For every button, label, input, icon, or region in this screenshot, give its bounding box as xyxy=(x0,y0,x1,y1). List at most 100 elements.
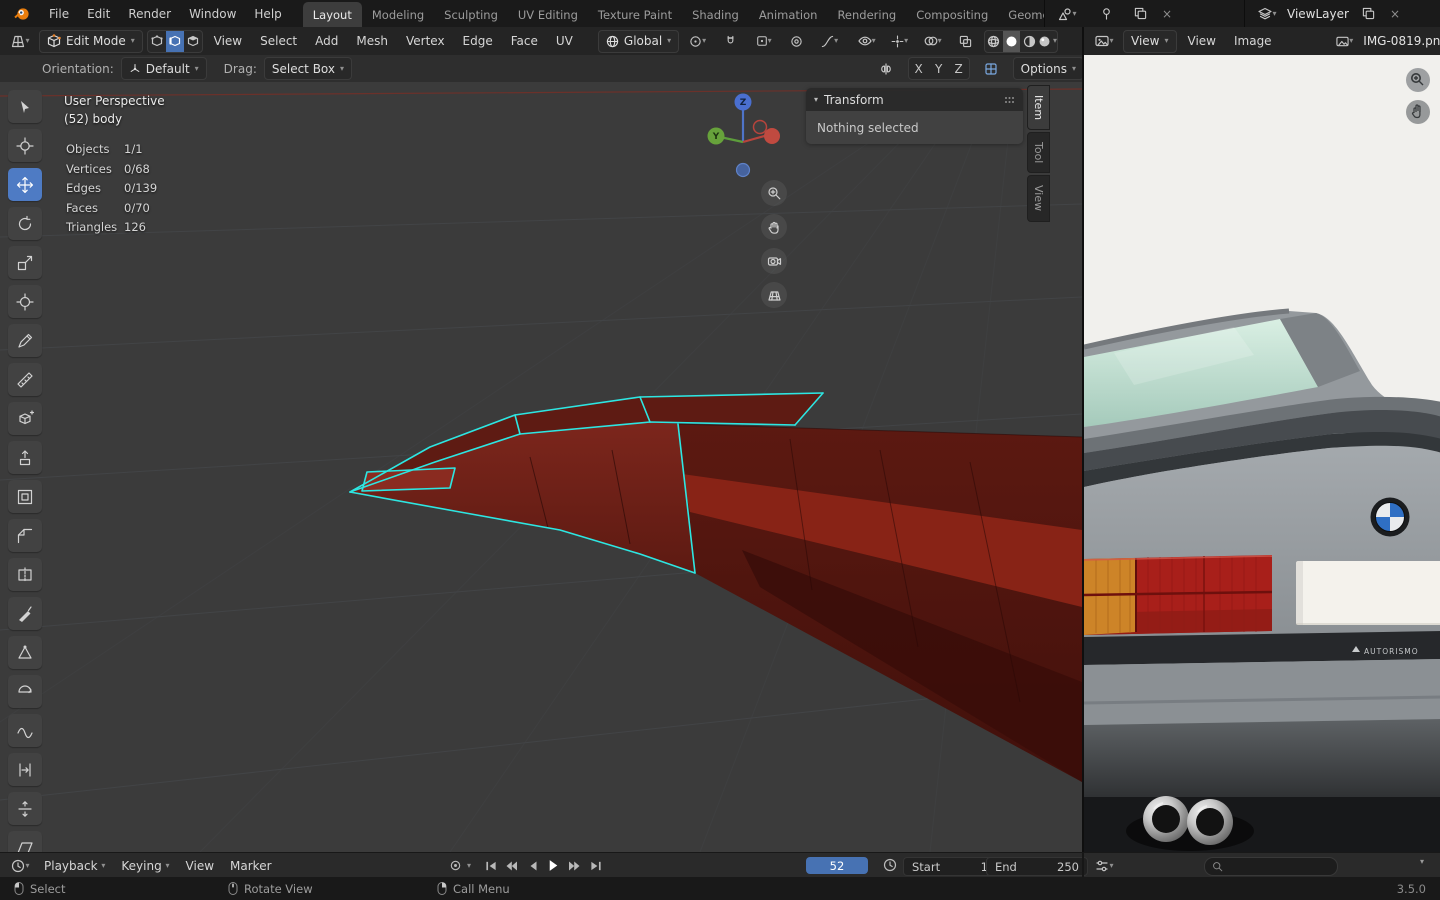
tool-tweak-select-button[interactable] xyxy=(8,90,42,123)
tool-inset-button[interactable] xyxy=(8,480,42,513)
img-menu-image[interactable]: Image xyxy=(1227,27,1279,55)
tool-cursor-button[interactable] xyxy=(8,129,42,162)
timeline-editor-type-button[interactable]: ▾ xyxy=(6,855,35,876)
tool-smooth-button[interactable] xyxy=(8,714,42,747)
tab-layout[interactable]: Layout xyxy=(302,2,362,27)
vertex-select-icon[interactable] xyxy=(148,31,166,52)
vp-menu-vertex[interactable]: Vertex xyxy=(399,27,452,55)
auto-key-dropdown-icon[interactable]: ▾ xyxy=(467,861,471,870)
tool-move-button[interactable] xyxy=(8,168,42,201)
transform-panel-header[interactable]: ▾ Transform xyxy=(806,88,1023,111)
auto-key-button[interactable] xyxy=(446,856,465,875)
frame-start-field[interactable]: Start 1 xyxy=(903,857,997,876)
tool-shear-button[interactable] xyxy=(8,831,42,852)
orientation-dropdown[interactable]: Global ▾ xyxy=(597,29,680,53)
mirror-y-button[interactable]: Y xyxy=(929,58,949,79)
mode-dropdown[interactable]: Edit Mode ▾ xyxy=(39,29,143,53)
editor-type-button[interactable]: ▾ xyxy=(6,31,35,52)
image-mode-dropdown[interactable]: View ▾ xyxy=(1123,29,1177,53)
orthographic-toggle-button[interactable] xyxy=(761,282,787,308)
vp-menu-edge[interactable]: Edge xyxy=(456,27,500,55)
vp-menu-select[interactable]: Select xyxy=(253,27,304,55)
pin-icon[interactable] xyxy=(1092,3,1121,24)
menu-edit[interactable]: Edit xyxy=(78,0,119,27)
sidebar-tab-item[interactable]: Item xyxy=(1027,85,1050,131)
tool-spin-button[interactable] xyxy=(8,675,42,708)
timeline-view-menu[interactable]: View xyxy=(179,853,221,878)
sidebar-tab-tool[interactable]: Tool xyxy=(1027,132,1050,174)
tab-rendering[interactable]: Rendering xyxy=(827,2,906,27)
orientation-default-dropdown[interactable]: Default ▾ xyxy=(120,57,207,80)
tab-uv-editing[interactable]: UV Editing xyxy=(508,2,588,27)
tool-rotate-button[interactable] xyxy=(8,207,42,240)
blender-menu-button[interactable] xyxy=(4,0,40,27)
image-datablock-dropdown[interactable]: ▾ xyxy=(1330,31,1359,52)
snap-toggle-button[interactable] xyxy=(716,31,745,52)
tool-measure-button[interactable] xyxy=(8,363,42,396)
solid-shading-icon[interactable] xyxy=(1002,30,1021,52)
tool-bevel-button[interactable] xyxy=(8,519,42,552)
photo-pan-icon[interactable] xyxy=(1406,100,1430,124)
navigation-gizmo[interactable]: Z Y xyxy=(702,88,788,184)
vp-menu-uv[interactable]: UV xyxy=(549,27,580,55)
use-preview-range-icon[interactable] xyxy=(883,858,897,872)
new-viewlayer-icon[interactable] xyxy=(1354,3,1383,24)
tool-transform-button[interactable] xyxy=(8,285,42,318)
next-keyframe-button[interactable] xyxy=(565,856,584,875)
sidebar-tab-view[interactable]: View xyxy=(1027,175,1050,222)
vp-menu-mesh[interactable]: Mesh xyxy=(349,27,395,55)
play-button[interactable] xyxy=(544,856,563,875)
new-scene-icon[interactable] xyxy=(1126,3,1155,24)
menu-file[interactable]: File xyxy=(40,0,78,27)
scene-browse-button[interactable]: ▾ xyxy=(1053,3,1082,24)
tab-sculpting[interactable]: Sculpting xyxy=(434,2,508,27)
pan-button[interactable] xyxy=(761,214,787,240)
menu-window[interactable]: Window xyxy=(180,0,245,27)
tool-edge-slide-button[interactable] xyxy=(8,753,42,786)
img-menu-view[interactable]: View xyxy=(1181,27,1223,55)
snap-settings-dropdown[interactable]: ▾ xyxy=(749,31,778,52)
wireframe-shading-icon[interactable] xyxy=(985,31,1003,52)
tool-poly-build-button[interactable] xyxy=(8,636,42,669)
prev-keyframe-button[interactable] xyxy=(502,856,521,875)
image-editor-canvas[interactable]: AUTORISMO xyxy=(1082,55,1440,852)
play-reverse-button[interactable] xyxy=(523,856,542,875)
overlays-dropdown[interactable]: ▾ xyxy=(918,31,947,52)
image-name[interactable]: IMG-0819.png xyxy=(1363,34,1440,48)
proportional-falloff-dropdown[interactable]: ▾ xyxy=(815,31,844,52)
collapse-chevron-icon[interactable]: ▾ xyxy=(1420,858,1424,866)
tab-compositing[interactable]: Compositing xyxy=(906,2,998,27)
drag-dots-icon[interactable] xyxy=(1004,95,1015,105)
menu-help[interactable]: Help xyxy=(245,0,290,27)
zoom-button[interactable] xyxy=(761,180,787,206)
tool-shrink-fatten-button[interactable] xyxy=(8,792,42,825)
remove-viewlayer-icon[interactable]: × xyxy=(1388,7,1402,21)
vp-menu-add[interactable]: Add xyxy=(308,27,345,55)
jump-to-start-button[interactable] xyxy=(481,856,500,875)
tool-annotate-button[interactable] xyxy=(8,324,42,357)
tool-extrude-button[interactable] xyxy=(8,441,42,474)
rendered-shading-icon[interactable]: ▾ xyxy=(1038,31,1057,52)
photo-zoom-in-icon[interactable] xyxy=(1406,68,1430,92)
mirror-z-button[interactable]: Z xyxy=(949,58,969,79)
browser-editor-type-button[interactable]: ▾ xyxy=(1090,855,1119,876)
tab-texture-paint[interactable]: Texture Paint xyxy=(588,2,682,27)
tool-add-cube-button[interactable] xyxy=(8,402,42,435)
keying-menu[interactable]: Keying ▾ xyxy=(114,853,176,878)
tab-shading[interactable]: Shading xyxy=(682,2,749,27)
proportional-edit-button[interactable] xyxy=(782,31,811,52)
tool-scale-button[interactable] xyxy=(8,246,42,279)
material-shading-icon[interactable] xyxy=(1020,31,1038,52)
editor-divider[interactable] xyxy=(1082,853,1084,878)
visibility-dropdown[interactable]: ▾ xyxy=(852,31,881,52)
face-select-icon[interactable] xyxy=(184,31,202,52)
tab-modeling[interactable]: Modeling xyxy=(362,2,434,27)
tool-loop-cut-button[interactable] xyxy=(8,558,42,591)
viewport-3d[interactable]: User Perspective (52) body Objects 1/1 Ve… xyxy=(0,82,1082,852)
mirror-x-button[interactable]: X xyxy=(909,58,929,79)
current-frame-field[interactable]: 52 xyxy=(806,857,868,874)
camera-view-button[interactable] xyxy=(761,248,787,274)
search-input[interactable] xyxy=(1228,859,1312,874)
tab-animation[interactable]: Animation xyxy=(749,2,828,27)
marker-menu[interactable]: Marker xyxy=(223,853,278,878)
